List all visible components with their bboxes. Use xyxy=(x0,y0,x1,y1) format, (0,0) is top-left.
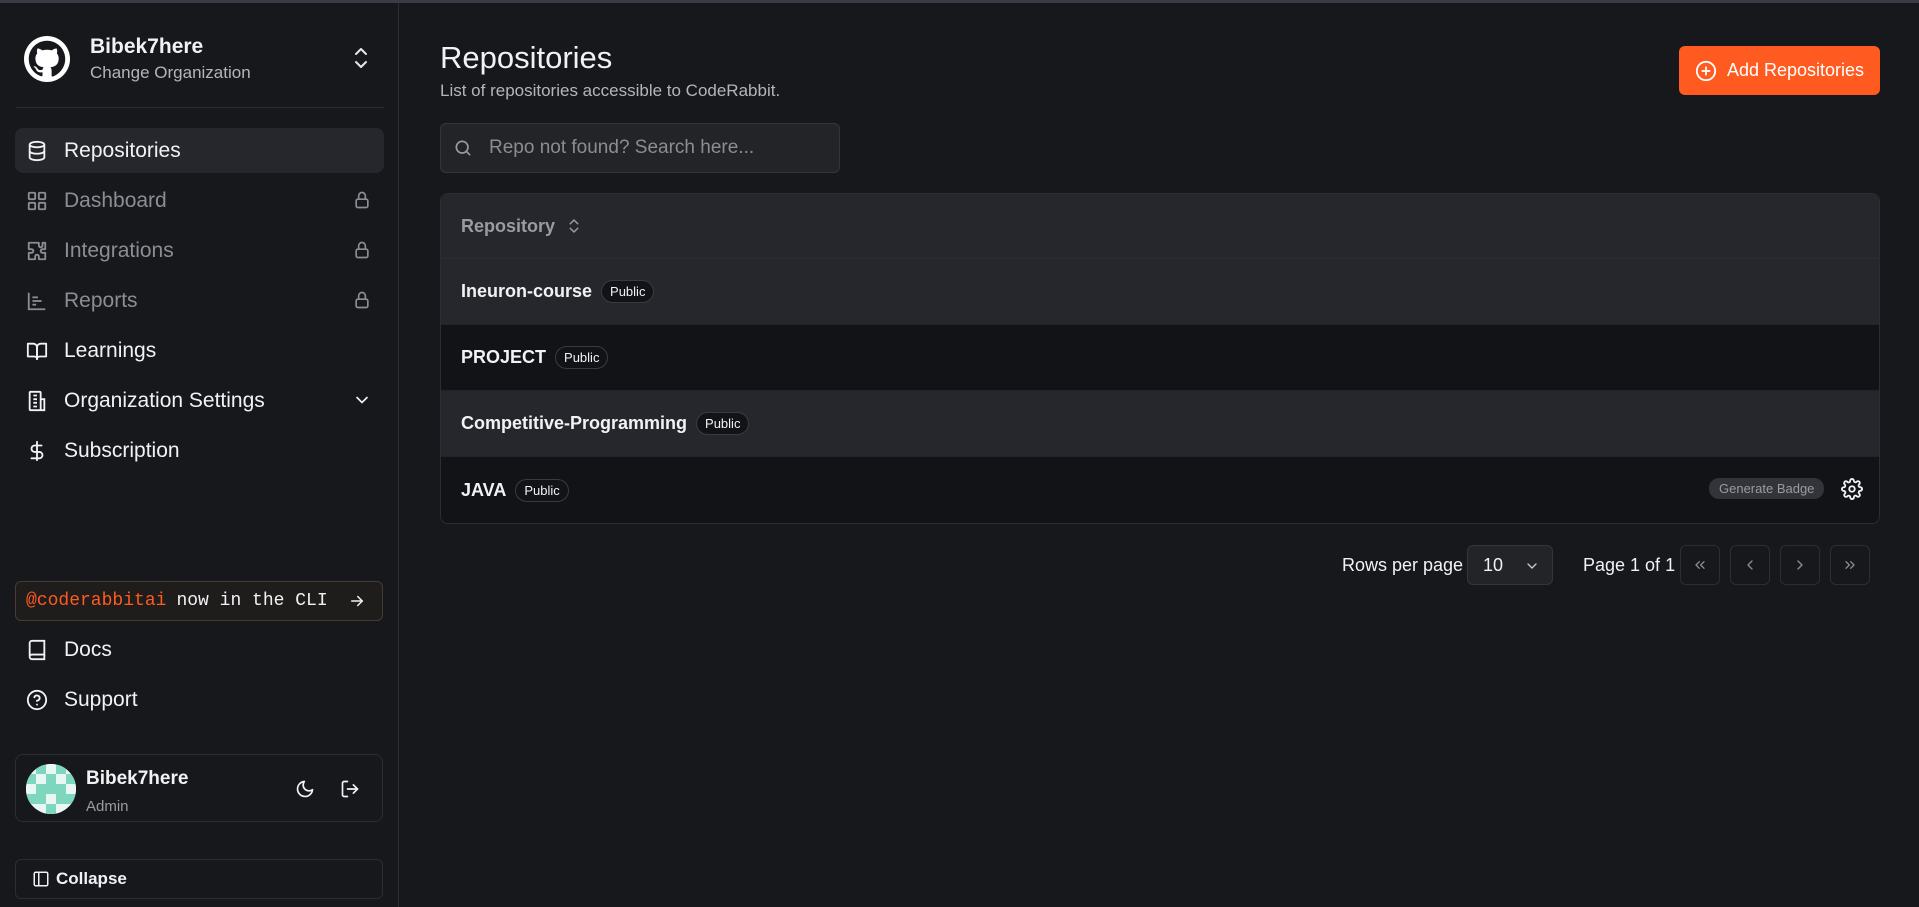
first-page-button[interactable] xyxy=(1680,545,1720,585)
collapse-button[interactable]: Collapse xyxy=(15,859,383,899)
gear-icon[interactable] xyxy=(1841,478,1863,500)
repositories-table: Repository Ineuron-course Public PROJECT… xyxy=(440,193,1880,524)
sidebar-item-label: Organization Settings xyxy=(64,388,265,412)
avatar[interactable] xyxy=(26,764,76,814)
visibility-badge: Public xyxy=(601,280,655,303)
lock-icon xyxy=(352,240,372,260)
sidebar-item-integrations[interactable]: Integrations xyxy=(15,228,384,273)
building-icon xyxy=(25,389,49,413)
sidebar-item-label: Repositories xyxy=(64,138,181,162)
panel-left-icon xyxy=(32,870,50,888)
user-card: Bibek7here Admin xyxy=(15,754,383,822)
arrow-right-icon xyxy=(348,592,366,610)
cli-handle: @coderabbitai xyxy=(26,591,167,611)
chevron-down-icon xyxy=(1524,558,1540,574)
table-row[interactable]: Competitive-Programming Public xyxy=(441,391,1879,457)
sidebar-item-label: Subscription xyxy=(64,438,180,462)
repo-name[interactable]: Ineuron-course xyxy=(461,281,592,302)
lock-icon xyxy=(352,190,372,210)
logout-icon[interactable] xyxy=(340,779,360,799)
cli-text: now in the CLI xyxy=(176,591,328,611)
next-page-button[interactable] xyxy=(1780,545,1820,585)
chevrons-right-icon xyxy=(1845,561,1855,569)
sidebar-item-subscription[interactable]: Subscription xyxy=(15,428,384,473)
sidebar-bottom-nav: Docs Support xyxy=(15,627,384,727)
sidebar-item-docs[interactable]: Docs xyxy=(15,627,384,672)
rows-per-page-select[interactable]: 10 xyxy=(1467,545,1553,585)
visibility-badge: Public xyxy=(555,346,609,369)
puzzle-icon xyxy=(25,239,49,263)
sidebar-item-organization-settings[interactable]: Organization Settings xyxy=(15,378,384,423)
collapse-label: Collapse xyxy=(56,869,127,888)
sidebar: Bibek7here Change Organization Repositor… xyxy=(0,3,399,907)
change-organization-label: Change Organization xyxy=(90,63,251,82)
dollar-icon xyxy=(25,439,49,463)
sidebar-item-label: Integrations xyxy=(64,238,174,262)
user-role: Admin xyxy=(86,798,129,815)
book-icon xyxy=(25,638,49,662)
cli-banner[interactable]: @coderabbitai now in the CLI xyxy=(15,581,383,621)
table-row[interactable]: Ineuron-course Public xyxy=(441,259,1879,325)
visibility-badge: Public xyxy=(696,412,750,435)
repository-column-header: Repository xyxy=(461,215,556,236)
chevrons-up-down-icon[interactable] xyxy=(349,44,373,72)
sidebar-item-learnings[interactable]: Learnings xyxy=(15,328,384,373)
sidebar-divider xyxy=(16,107,384,108)
lock-icon xyxy=(352,290,372,310)
sidebar-item-label: Docs xyxy=(64,637,112,661)
org-switcher[interactable]: Bibek7here Change Organization xyxy=(24,31,379,87)
table-header[interactable]: Repository xyxy=(441,194,1879,259)
sidebar-item-reports[interactable]: Reports xyxy=(15,278,384,323)
visibility-badge: Public xyxy=(515,478,569,502)
table-row[interactable]: PROJECT Public xyxy=(441,325,1879,391)
chevron-left-icon xyxy=(1747,560,1753,570)
search-input[interactable] xyxy=(487,136,821,160)
rows-per-page-value: 10 xyxy=(1483,554,1504,575)
add-repositories-button[interactable]: Add Repositories xyxy=(1679,46,1880,95)
plus-circle-icon xyxy=(1695,60,1717,82)
last-page-button[interactable] xyxy=(1830,545,1870,585)
repo-name[interactable]: JAVA xyxy=(461,480,506,501)
search-box xyxy=(440,123,840,173)
sidebar-item-label: Dashboard xyxy=(64,188,167,212)
table-row[interactable]: JAVA Public Generate Badge xyxy=(441,457,1879,523)
chart-icon xyxy=(25,289,49,313)
pagination: Rows per page 10 Page 1 of 1 xyxy=(440,543,1880,585)
previous-page-button[interactable] xyxy=(1730,545,1770,585)
sidebar-item-repositories[interactable]: Repositories xyxy=(15,128,384,173)
chevrons-left-icon xyxy=(1695,561,1705,569)
help-circle-icon xyxy=(25,688,49,712)
sidebar-item-label: Learnings xyxy=(64,338,157,362)
moon-icon[interactable] xyxy=(295,779,315,799)
page-subtitle: List of repositories accessible to CodeR… xyxy=(440,81,781,100)
generate-badge-button[interactable]: Generate Badge xyxy=(1709,478,1825,499)
database-icon xyxy=(25,139,49,163)
github-icon xyxy=(24,36,70,82)
page-info: Page 1 of 1 xyxy=(1583,555,1676,575)
sidebar-item-support[interactable]: Support xyxy=(15,677,384,722)
sidebar-item-dashboard[interactable]: Dashboard xyxy=(15,178,384,223)
grid-icon xyxy=(25,189,49,213)
sidebar-nav: Repositories Dashboard Integrations Repo… xyxy=(15,128,384,478)
page-title: Repositories xyxy=(440,40,613,75)
user-name: Bibek7here xyxy=(86,768,189,789)
chevron-down-icon[interactable] xyxy=(352,390,372,410)
add-repositories-label: Add Repositories xyxy=(1726,60,1865,80)
chevron-right-icon xyxy=(1797,560,1803,570)
sidebar-item-label: Support xyxy=(64,687,138,711)
rows-per-page-label: Rows per page xyxy=(1342,555,1464,575)
search-icon xyxy=(453,138,473,158)
org-name: Bibek7here xyxy=(90,35,204,58)
sort-icon[interactable] xyxy=(565,217,583,235)
sidebar-item-label: Reports xyxy=(64,288,138,312)
book-open-icon xyxy=(25,339,49,363)
repo-name[interactable]: PROJECT xyxy=(461,347,546,368)
repo-name[interactable]: Competitive-Programming xyxy=(461,413,687,434)
